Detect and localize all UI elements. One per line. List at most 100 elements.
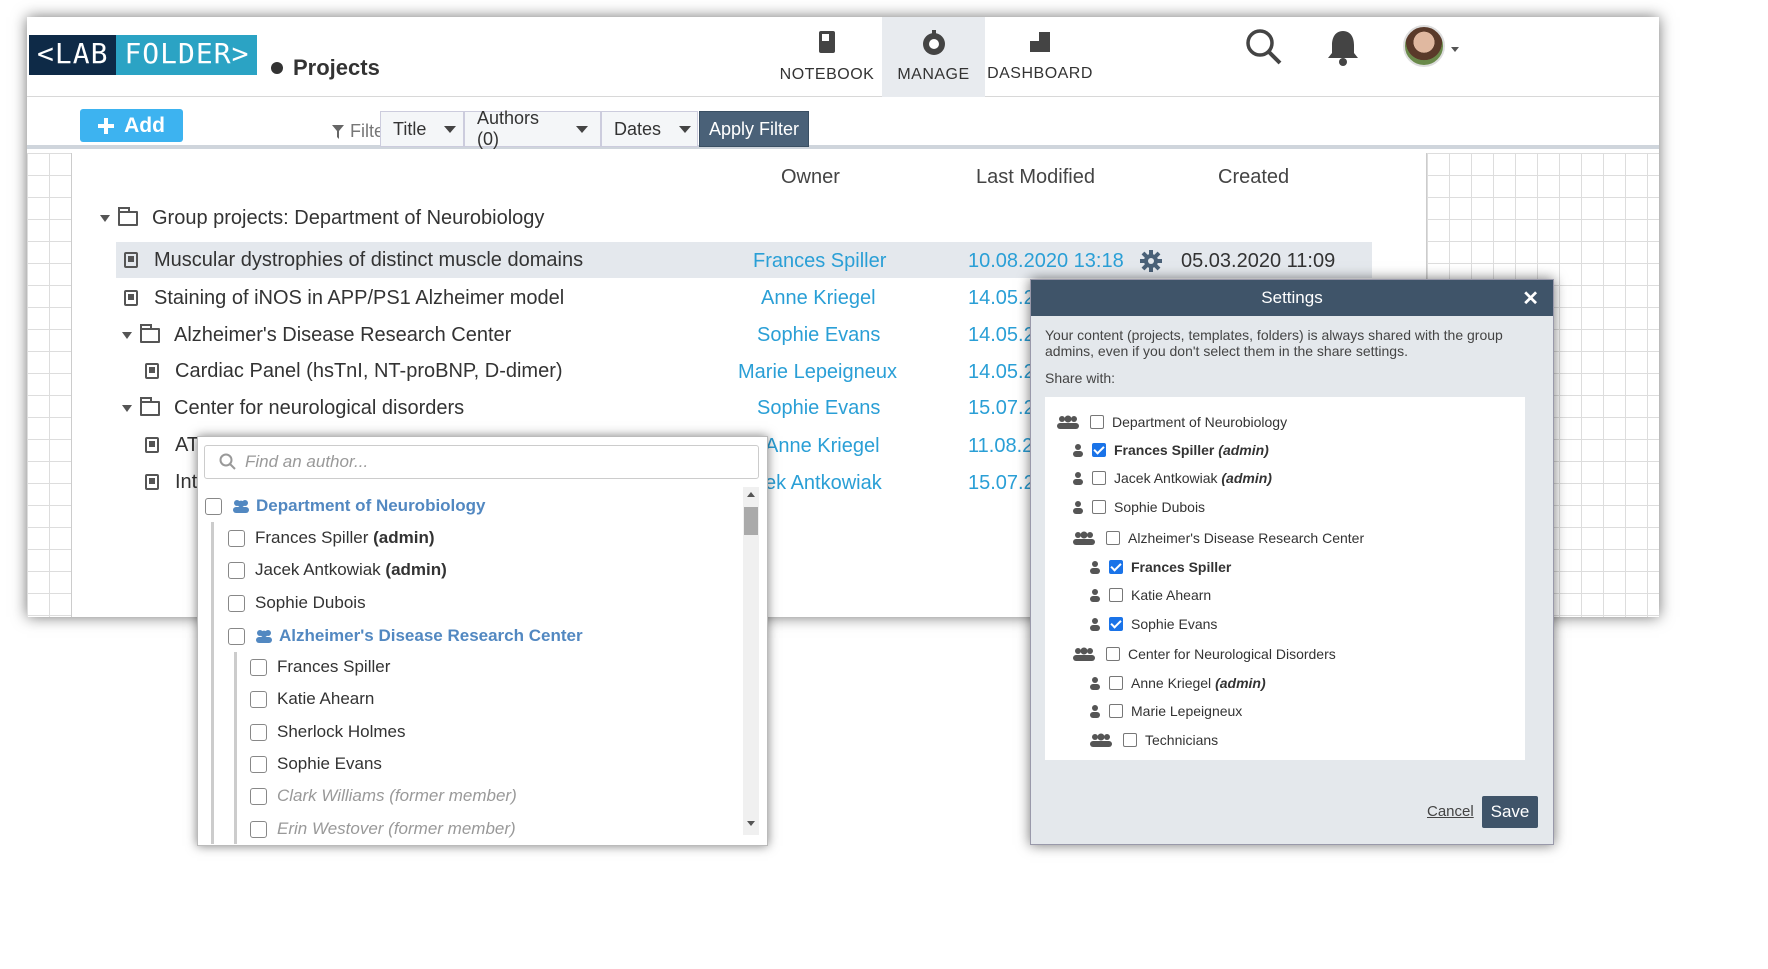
- owner-link[interactable]: Sophie Evans: [757, 397, 880, 420]
- top-bar: <LAB FOLDER> Projects NOTEBOOK MANAGE DA…: [27, 17, 1659, 97]
- checkbox[interactable]: [1092, 471, 1106, 485]
- checkbox-checked[interactable]: [1109, 560, 1123, 574]
- folder-row[interactable]: Alzheimer's Disease Research Center: [122, 317, 511, 353]
- share-user-item[interactable]: Katie Ahearn: [1089, 587, 1211, 603]
- checkbox-checked[interactable]: [1092, 443, 1106, 457]
- share-user-item[interactable]: Sophie Evans: [1089, 616, 1217, 632]
- labfolder-logo[interactable]: <LAB FOLDER>: [29, 35, 258, 75]
- save-button[interactable]: Save: [1482, 796, 1538, 828]
- share-user-item[interactable]: Marie Lepeigneux: [1089, 703, 1242, 719]
- share-user-item[interactable]: Anne Kriegel (admin): [1089, 675, 1266, 691]
- bullet-icon: [271, 62, 283, 74]
- notebook-icon: [124, 290, 138, 306]
- filter-authors-dropdown[interactable]: Authors (0): [464, 108, 601, 149]
- cancel-button[interactable]: Cancel: [1427, 803, 1474, 820]
- expand-caret-icon[interactable]: [122, 331, 132, 339]
- share-user-item[interactable]: Frances Spiller (admin): [1072, 442, 1269, 458]
- nav-notebook[interactable]: NOTEBOOK: [775, 17, 879, 97]
- dropdown-scrollbar[interactable]: [743, 487, 759, 835]
- checkbox[interactable]: [1092, 500, 1106, 514]
- author-group-item[interactable]: Alzheimer's Disease Research Center: [228, 626, 583, 646]
- author-search-input[interactable]: Find an author...: [204, 445, 759, 479]
- author-item[interactable]: Sophie Evans: [250, 754, 382, 774]
- author-item-former[interactable]: Clark Williams (former member): [250, 786, 517, 806]
- user-icon: [1090, 589, 1100, 602]
- checkbox[interactable]: [1109, 676, 1123, 690]
- plus-icon: [98, 117, 115, 134]
- nav-manage[interactable]: MANAGE: [882, 17, 985, 97]
- checkbox[interactable]: [250, 690, 267, 708]
- owner-link[interactable]: ek Antkowiak: [765, 472, 882, 495]
- expand-caret-icon[interactable]: [122, 404, 132, 412]
- table-row[interactable]: Int: [145, 464, 197, 500]
- scroll-thumb[interactable]: [744, 507, 758, 535]
- user-icon: [1090, 561, 1100, 574]
- notebook-icon: [819, 31, 835, 53]
- owner-link[interactable]: Marie Lepeigneux: [738, 361, 897, 384]
- search-icon[interactable]: [1244, 27, 1284, 67]
- checkbox[interactable]: [1106, 647, 1120, 661]
- owner-link[interactable]: Anne Kriegel: [765, 435, 880, 458]
- checkbox[interactable]: [205, 497, 222, 515]
- expand-caret-icon[interactable]: [100, 214, 110, 222]
- share-group-item[interactable]: Center for Neurological Disorders: [1072, 646, 1336, 662]
- caret-down-icon: [679, 125, 692, 133]
- bell-icon[interactable]: [1325, 27, 1361, 67]
- share-group-item[interactable]: Technicians: [1089, 732, 1218, 748]
- scroll-up-icon[interactable]: [747, 492, 755, 497]
- group-folder-row[interactable]: Group projects: Department of Neurobiolo…: [100, 200, 544, 236]
- owner-link[interactable]: Frances Spiller: [753, 250, 886, 273]
- table-row[interactable]: Cardiac Panel (hsTnI, NT-proBNP, D-dimer…: [145, 353, 563, 389]
- grid-background-left: [27, 153, 71, 617]
- add-button[interactable]: Add: [80, 109, 183, 142]
- checkbox[interactable]: [1109, 704, 1123, 718]
- modified-date: 14.05.2: [968, 361, 1035, 383]
- checkbox[interactable]: [228, 627, 245, 645]
- scroll-down-icon[interactable]: [747, 821, 755, 826]
- checkbox[interactable]: [250, 820, 267, 838]
- avatar[interactable]: [1403, 25, 1445, 67]
- apply-filter-button[interactable]: Apply Filter: [699, 111, 809, 147]
- table-row[interactable]: Staining of iNOS in APP/PS1 Alzheimer mo…: [124, 280, 564, 316]
- owner-link[interactable]: Sophie Evans: [757, 324, 880, 347]
- author-item[interactable]: Katie Ahearn: [250, 689, 374, 709]
- author-item-former[interactable]: Erin Westover (former member): [250, 819, 516, 839]
- close-icon[interactable]: ✕: [1522, 286, 1539, 311]
- checkbox[interactable]: [228, 529, 245, 547]
- share-group-item[interactable]: Alzheimer's Disease Research Center: [1072, 530, 1364, 546]
- nav-dashboard[interactable]: DASHBOARD: [987, 17, 1093, 97]
- checkbox[interactable]: [250, 658, 267, 676]
- author-group-item[interactable]: Department of Neurobiology: [205, 496, 486, 516]
- table-row[interactable]: AT: [145, 427, 199, 463]
- group-icon: [233, 500, 249, 513]
- group-icon: [1090, 733, 1112, 747]
- checkbox[interactable]: [228, 561, 245, 579]
- author-item[interactable]: Sophie Dubois: [228, 593, 366, 613]
- folder-row[interactable]: Center for neurological disorders: [122, 390, 464, 426]
- share-user-item[interactable]: Sophie Dubois: [1072, 499, 1205, 515]
- checkbox-checked[interactable]: [1109, 617, 1123, 631]
- share-user-item[interactable]: Frances Spiller: [1089, 559, 1231, 575]
- checkbox[interactable]: [228, 594, 245, 612]
- gear-icon[interactable]: [1140, 250, 1162, 272]
- checkbox[interactable]: [250, 787, 267, 805]
- modified-date: 11.08.2: [968, 435, 1034, 457]
- checkbox[interactable]: [1123, 733, 1137, 747]
- notebook-icon: [145, 437, 159, 453]
- share-group-item[interactable]: Department of Neurobiology: [1056, 414, 1287, 430]
- share-user-item[interactable]: Jacek Antkowiak (admin): [1072, 470, 1272, 486]
- filter-dates-dropdown[interactable]: Dates: [601, 111, 698, 147]
- owner-link[interactable]: Anne Kriegel: [761, 287, 876, 310]
- checkbox[interactable]: [250, 755, 267, 773]
- checkbox[interactable]: [250, 723, 267, 741]
- checkbox[interactable]: [1109, 588, 1123, 602]
- author-item[interactable]: Frances Spiller (admin): [228, 528, 435, 548]
- chevron-down-icon[interactable]: [1451, 47, 1459, 52]
- user-icon: [1090, 705, 1100, 718]
- author-item[interactable]: Frances Spiller: [250, 657, 390, 677]
- checkbox[interactable]: [1106, 531, 1120, 545]
- author-item[interactable]: Jacek Antkowiak (admin): [228, 560, 447, 580]
- checkbox[interactable]: [1090, 415, 1104, 429]
- author-item[interactable]: Sherlock Holmes: [250, 722, 406, 742]
- filter-title-dropdown[interactable]: Title: [380, 111, 464, 147]
